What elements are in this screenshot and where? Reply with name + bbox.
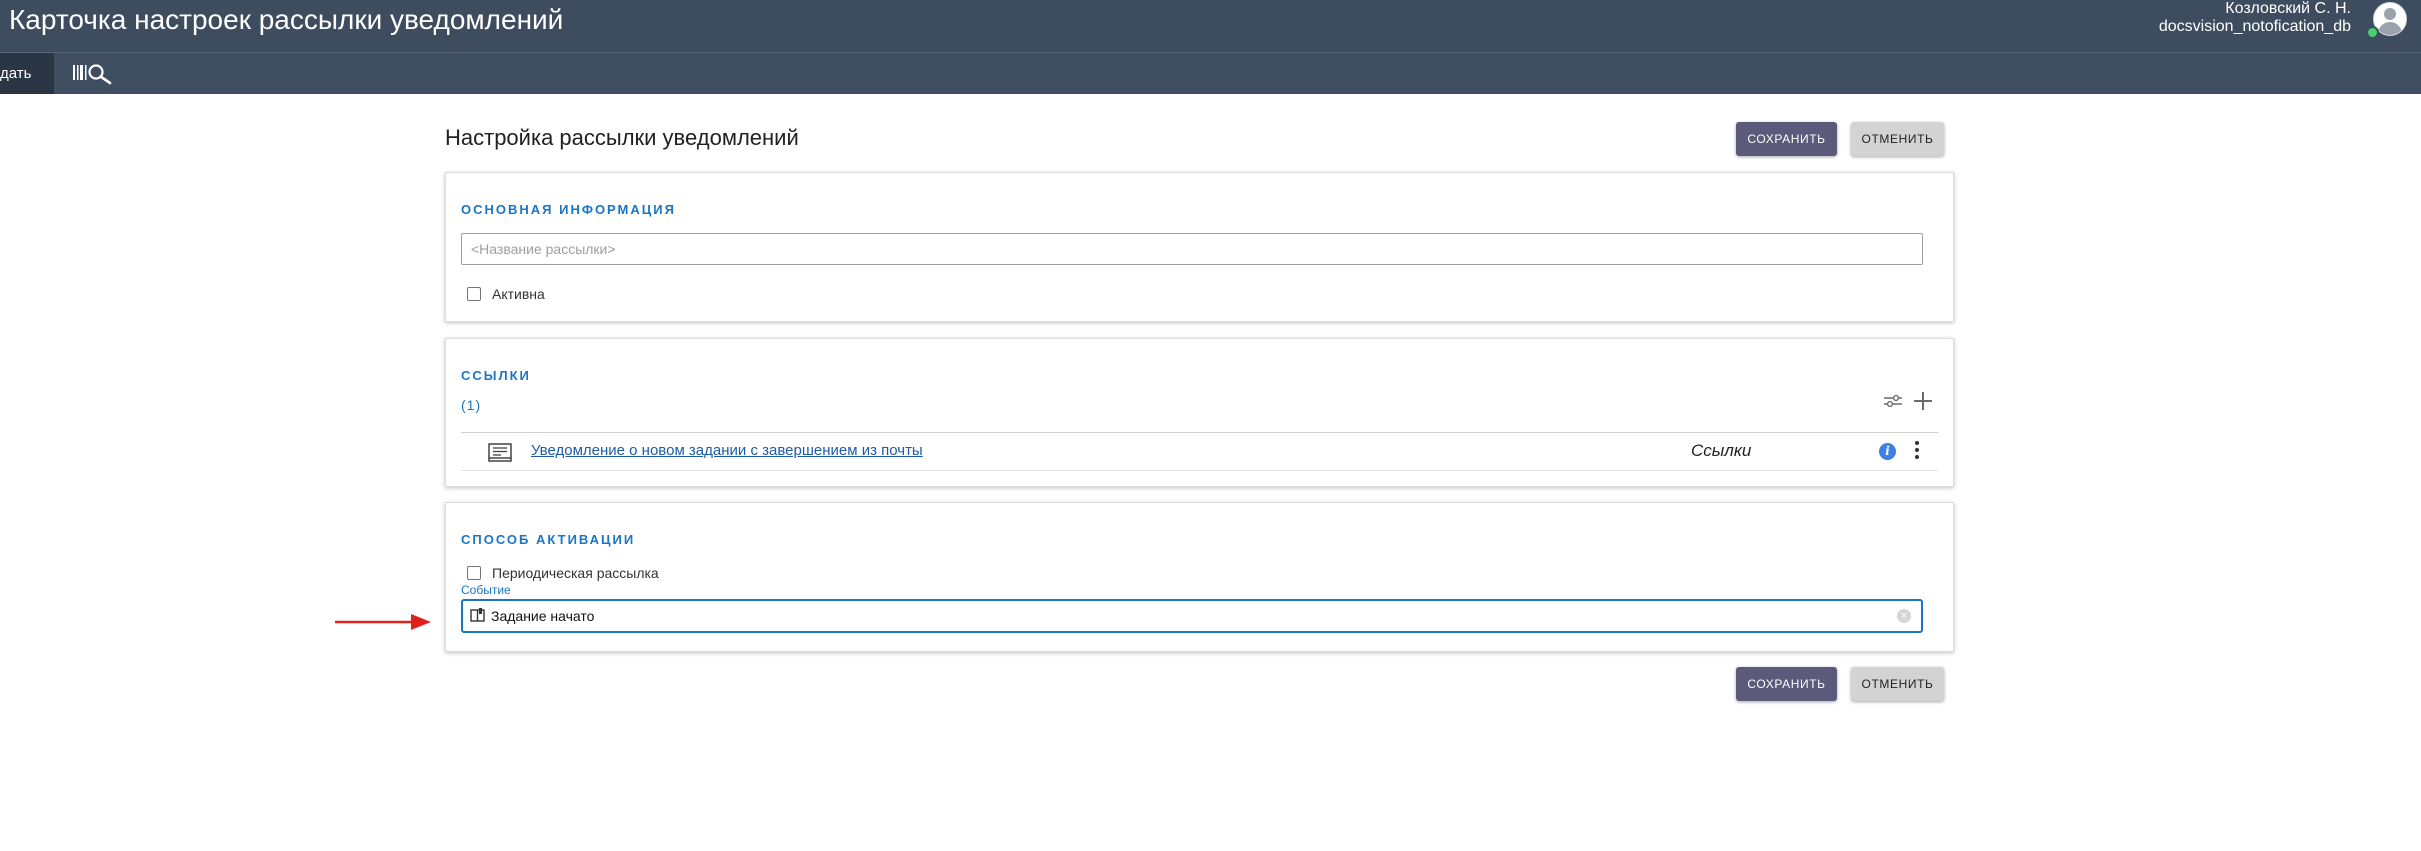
links-panel: ССЫЛКИ (1) Уведомление о новом задании с… <box>445 338 1954 487</box>
save-button-top[interactable]: СОХРАНИТЬ <box>1736 122 1837 156</box>
list-item[interactable]: Уведомление о новом задании с завершение… <box>461 432 1938 471</box>
section-title-links: ССЫЛКИ <box>461 368 531 383</box>
event-book-icon <box>469 607 486 629</box>
user-database: docsvision_notofication_db <box>2158 18 2351 35</box>
periodic-checkbox-label: Периодическая рассылка <box>492 565 659 581</box>
annotation-arrow-icon <box>335 612 435 637</box>
card-icon <box>487 442 513 467</box>
active-checkbox-label: Активна <box>492 286 545 302</box>
periodic-checkbox[interactable] <box>467 566 481 580</box>
window-title: Карточка настроек рассылки уведомлений <box>9 4 564 35</box>
page-title: Настройка рассылки уведомлений <box>445 125 799 150</box>
avatar-head <box>2384 8 2396 20</box>
section-title-main-info: ОСНОВНАЯ ИНФОРМАЦИЯ <box>461 202 676 217</box>
event-field[interactable]: Задание начато × <box>461 599 1923 633</box>
avatar-body <box>2378 22 2402 35</box>
cancel-button-top[interactable]: ОТМЕНИТЬ <box>1851 122 1944 156</box>
cancel-button-bottom[interactable]: ОТМЕНИТЬ <box>1851 667 1944 701</box>
barcode-search-icon[interactable] <box>72 61 116 85</box>
add-link-icon[interactable] <box>1912 390 1934 417</box>
user-name[interactable]: Козловский С. Н. <box>2225 0 2351 18</box>
app-header: Карточка настроек рассылки уведомлений К… <box>0 0 2421 52</box>
main-info-panel: ОСНОВНАЯ ИНФОРМАЦИЯ Активна <box>445 172 1954 322</box>
save-button-bottom[interactable]: СОХРАНИТЬ <box>1736 667 1837 701</box>
online-status-dot <box>2366 26 2379 39</box>
create-button[interactable]: дать <box>0 53 54 94</box>
event-value: Задание начато <box>491 608 595 624</box>
activation-panel: СПОСОБ АКТИВАЦИИ Периодическая рассылка … <box>445 502 1954 652</box>
mailing-name-input[interactable] <box>461 233 1923 265</box>
active-checkbox[interactable] <box>467 287 481 301</box>
link-title[interactable]: Уведомление о новом задании с завершение… <box>531 442 923 459</box>
toolbar: дать <box>0 52 2421 94</box>
section-title-activation: СПОСОБ АКТИВАЦИИ <box>461 532 636 547</box>
more-vertical-icon[interactable] <box>1914 441 1920 463</box>
info-icon[interactable]: i <box>1879 443 1896 460</box>
filter-settings-icon[interactable] <box>1883 391 1903 416</box>
clear-icon[interactable]: × <box>1897 609 1911 623</box>
event-field-label: Событие <box>461 583 511 597</box>
link-type: Ссылки <box>1691 441 1752 460</box>
links-count: (1) <box>461 397 482 413</box>
